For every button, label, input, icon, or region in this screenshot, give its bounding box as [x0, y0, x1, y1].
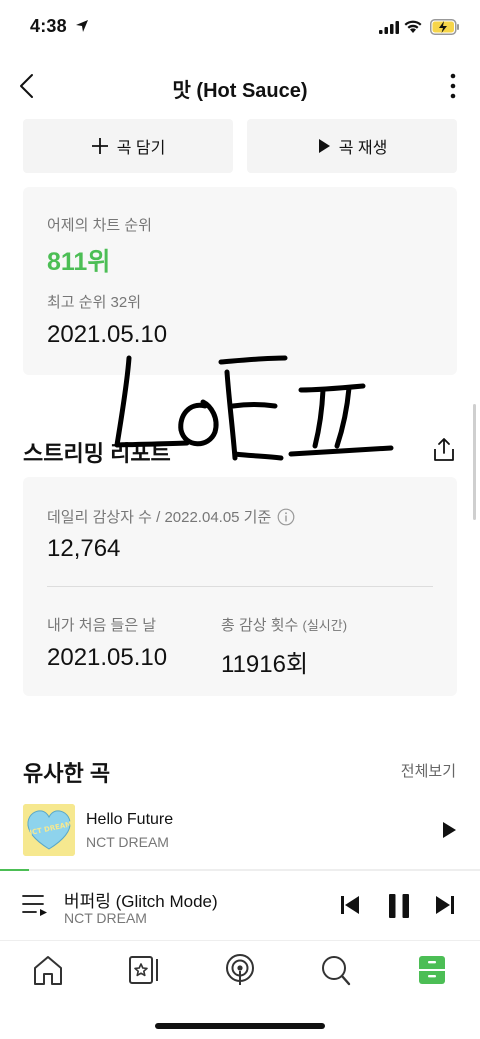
- play-icon[interactable]: [441, 821, 457, 839]
- streaming-report-card: 데일리 감상자 수 / 2022.04.05 기준 12,764 내가 처음 들…: [23, 477, 457, 696]
- daily-listeners-label: 데일리 감상자 수 / 2022.04.05 기준: [47, 506, 295, 527]
- total-plays-value: 11916회: [221, 651, 309, 678]
- page-title: 맛 (Hot Sauce): [172, 80, 308, 102]
- cellular-signal-icon: [379, 21, 399, 34]
- status-bar: 4:38: [0, 0, 480, 56]
- info-icon[interactable]: [277, 508, 295, 526]
- mini-player[interactable]: 버퍼링 (Glitch Mode) NCT DREAM: [0, 871, 480, 941]
- chart-rank-card: 어제의 차트 순위 811위 최고 순위 32위 2021.05.10: [23, 187, 457, 375]
- podcast-icon[interactable]: [220, 953, 260, 987]
- view-all-link[interactable]: 전체보기: [401, 760, 456, 781]
- wifi-icon: [404, 20, 422, 33]
- storage-icon[interactable]: [412, 953, 452, 987]
- add-to-playlist-button[interactable]: 곡 담기: [23, 119, 233, 173]
- total-plays-label: 총 감상 횟수 (실시간): [221, 614, 347, 635]
- song-artist: NCT DREAM: [86, 834, 169, 850]
- total-plays-sublabel: (실시간): [302, 618, 348, 633]
- song-title: Hello Future: [86, 811, 174, 828]
- add-to-playlist-label: 곡 담기: [116, 140, 166, 157]
- streaming-report-title: 스트리밍 리포트: [23, 441, 171, 466]
- yesterday-chart-label: 어제의 차트 순위: [47, 217, 152, 234]
- home-icon[interactable]: [28, 953, 68, 987]
- play-song-button[interactable]: 곡 재생: [247, 119, 457, 173]
- bottom-tab-bar: [0, 941, 480, 1039]
- now-playing-artist: NCT DREAM: [64, 910, 147, 926]
- more-options-button[interactable]: [446, 72, 460, 100]
- home-indicator: [155, 1023, 325, 1029]
- best-rank-label: 최고 순위 32위: [47, 294, 142, 311]
- report-divider: [47, 586, 433, 587]
- similar-song-row[interactable]: NCT DREAM Hello Future NCT DREAM: [0, 803, 480, 859]
- pause-button[interactable]: [387, 893, 411, 919]
- play-icon: [318, 139, 330, 153]
- queue-list-icon[interactable]: [22, 893, 48, 917]
- similar-songs-title: 유사한 곡: [23, 761, 111, 786]
- battery-charging-icon: [430, 19, 459, 35]
- status-time: 4:38: [30, 16, 67, 36]
- heart-album-art: NCT DREAM: [23, 804, 75, 856]
- search-icon[interactable]: [316, 953, 356, 987]
- daily-listeners-label-text: 데일리 감상자 수 / 2022.04.05 기준: [47, 509, 272, 526]
- best-rank-date: 2021.05.10: [47, 321, 168, 348]
- plus-icon: [91, 138, 108, 154]
- first-listen-label: 내가 처음 들은 날: [47, 617, 157, 634]
- next-track-button[interactable]: [435, 895, 455, 915]
- location-arrow-icon: [76, 20, 88, 32]
- share-button[interactable]: [432, 437, 456, 463]
- total-plays-label-text: 총 감상 횟수: [221, 617, 299, 634]
- nav-bar: 맛 (Hot Sauce): [0, 60, 480, 112]
- play-song-label: 곡 재생: [338, 140, 388, 157]
- yesterday-chart-rank: 811위: [47, 248, 111, 276]
- library-icon[interactable]: [124, 953, 164, 987]
- now-playing-title: 버퍼링 (Glitch Mode): [64, 892, 218, 911]
- daily-listeners-value: 12,764: [47, 535, 121, 562]
- previous-track-button[interactable]: [340, 895, 360, 915]
- album-art: NCT DREAM: [23, 804, 75, 856]
- first-listen-date: 2021.05.10: [47, 644, 168, 671]
- scroll-indicator[interactable]: [473, 404, 476, 520]
